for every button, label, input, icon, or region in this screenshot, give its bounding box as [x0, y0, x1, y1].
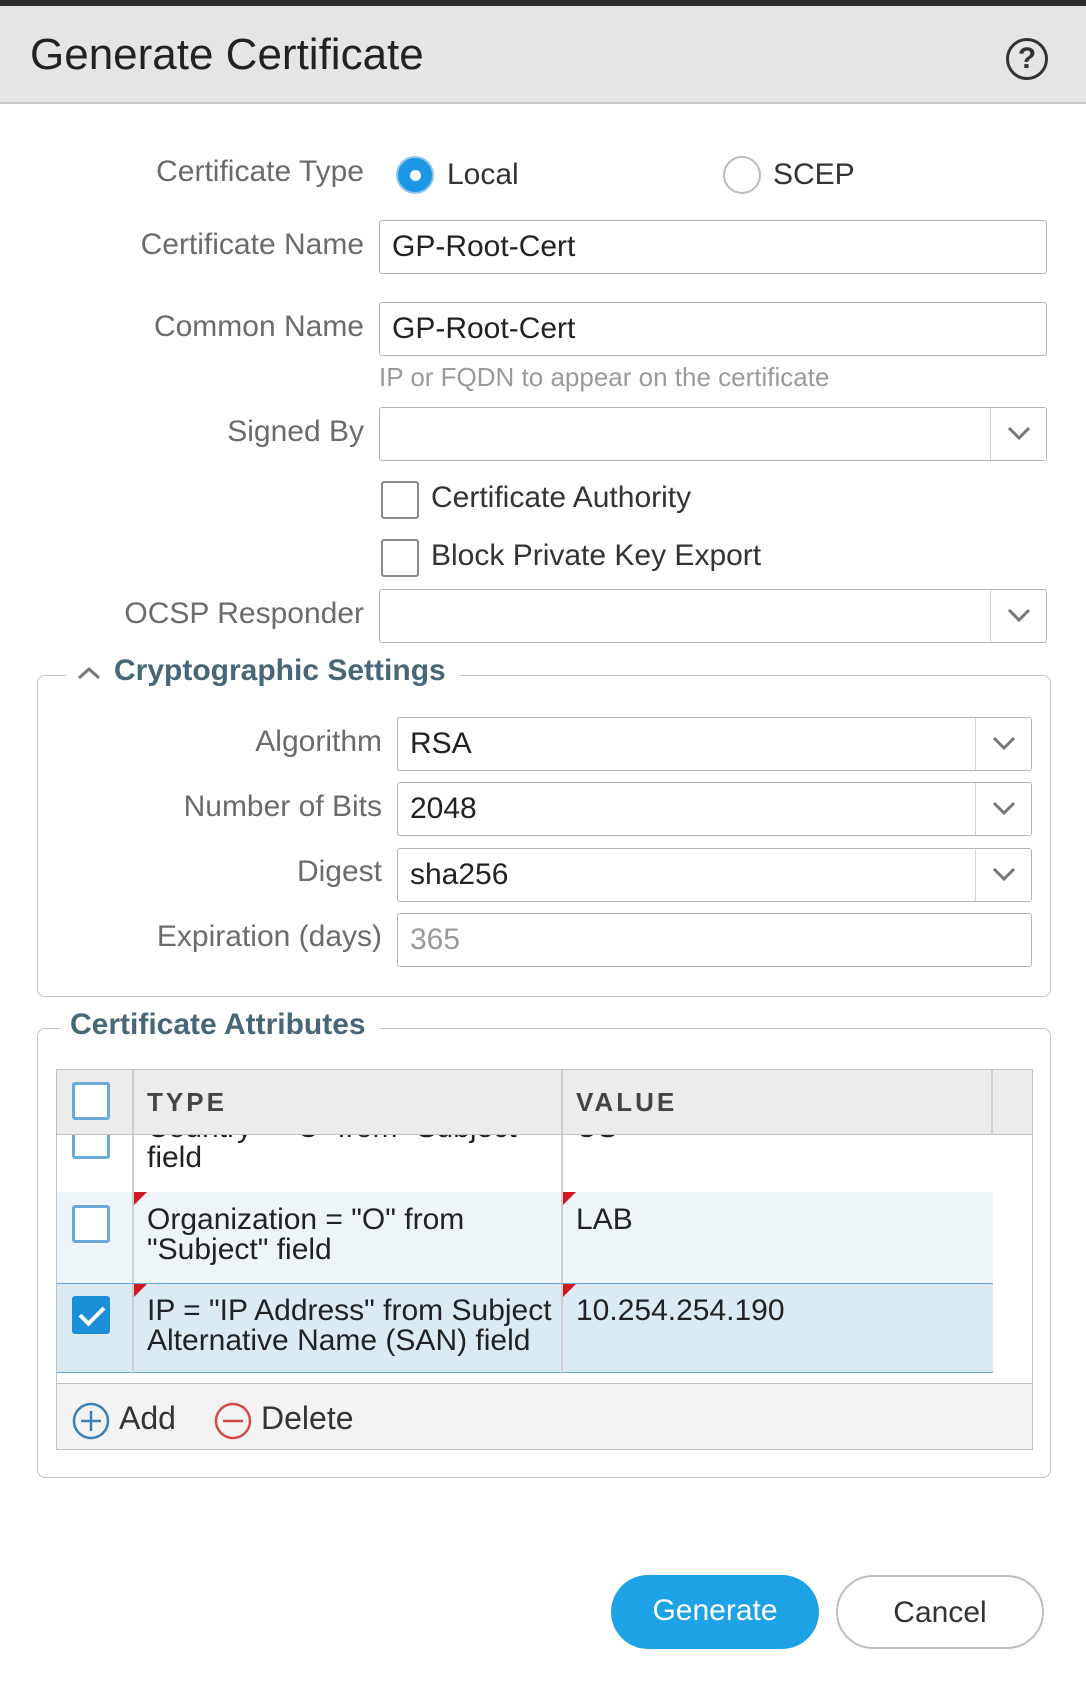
generate-button[interactable]: Generate — [611, 1575, 819, 1649]
common-name-label: Common Name — [153, 310, 364, 343]
cancel-button[interactable]: Cancel — [836, 1575, 1044, 1649]
type-cell-line: Alternative Name (SAN) field — [147, 1324, 531, 1357]
digest-value: sha256 — [410, 858, 509, 891]
algorithm-label: Algorithm — [255, 725, 382, 758]
column-divider — [991, 1070, 993, 1135]
type-cell-line: IP = "IP Address" from Subject — [147, 1294, 552, 1327]
bits-select[interactable]: 2048 — [397, 782, 1032, 836]
add-button[interactable]: Add — [71, 1400, 176, 1441]
signed-by-select[interactable] — [379, 407, 1047, 461]
row-checkbox-checked[interactable] — [72, 1296, 110, 1334]
row-checkbox[interactable] — [72, 1135, 110, 1159]
cryptographic-settings-legend[interactable]: Cryptographic Settings — [66, 654, 460, 690]
common-name-input[interactable]: GP-Root-Cert — [379, 302, 1047, 356]
ocsp-responder-select[interactable] — [379, 589, 1047, 643]
delete-label: Delete — [261, 1400, 354, 1436]
type-cell-line: "Subject" field — [147, 1233, 332, 1266]
bits-value: 2048 — [410, 792, 477, 825]
dialog-title: Generate Certificate — [30, 30, 424, 79]
value-cell: LAB — [576, 1203, 633, 1236]
digest-label: Digest — [296, 855, 382, 888]
algorithm-value: RSA — [410, 727, 472, 760]
column-divider — [132, 1284, 134, 1374]
expiration-input[interactable]: 365 — [397, 913, 1032, 967]
chevron-down-icon[interactable] — [975, 849, 1031, 901]
select-all-checkbox[interactable] — [72, 1082, 110, 1120]
certificate-authority-label: Certificate Authority — [431, 481, 692, 514]
chevron-down-icon[interactable] — [975, 783, 1031, 835]
add-label: Add — [119, 1400, 176, 1436]
edited-marker — [563, 1284, 576, 1297]
column-divider — [132, 1192, 134, 1283]
edited-marker — [134, 1284, 147, 1297]
chevron-down-icon[interactable] — [990, 590, 1046, 642]
table-row[interactable]: Organization = "O" from "Subject" field … — [57, 1192, 993, 1283]
radio-scep[interactable] — [723, 156, 761, 194]
column-divider — [561, 1135, 563, 1192]
column-divider — [561, 1284, 563, 1374]
column-divider — [132, 1070, 134, 1135]
algorithm-select[interactable]: RSA — [397, 717, 1032, 771]
column-divider — [561, 1192, 563, 1283]
type-cell-line: Country = "C" from "Subject" — [147, 1135, 527, 1143]
minus-circle-icon — [214, 1402, 252, 1439]
dialog-header: Generate Certificate ? — [0, 6, 1086, 104]
chevron-down-icon[interactable] — [990, 408, 1046, 460]
cryptographic-settings-title: Cryptographic Settings — [114, 654, 446, 687]
value-cell: 10.254.254.190 — [576, 1294, 785, 1327]
column-type-header[interactable]: TYPE — [147, 1070, 227, 1135]
radio-scep-label: SCEP — [773, 158, 855, 191]
delete-button[interactable]: Delete — [213, 1400, 354, 1441]
table-row-selected[interactable]: IP = "IP Address" from Subject Alternati… — [57, 1283, 993, 1374]
column-divider — [561, 1070, 563, 1135]
chevron-up-icon[interactable] — [76, 655, 102, 689]
column-value-header[interactable]: VALUE — [576, 1070, 677, 1135]
certificate-authority-checkbox[interactable] — [381, 481, 419, 519]
certificate-name-input[interactable]: GP-Root-Cert — [379, 220, 1047, 274]
block-private-key-export-label: Block Private Key Export — [431, 539, 762, 572]
certificate-attributes-legend: Certificate Attributes — [60, 1008, 380, 1042]
edited-marker — [134, 1192, 147, 1205]
certificate-type-label: Certificate Type — [156, 155, 364, 188]
radio-local-label: Local — [447, 158, 519, 191]
certificate-name-label: Certificate Name — [140, 228, 364, 261]
bits-label: Number of Bits — [183, 790, 382, 823]
chevron-down-icon[interactable] — [975, 718, 1031, 770]
digest-select[interactable]: sha256 — [397, 848, 1032, 902]
expiration-label: Expiration (days) — [156, 920, 382, 953]
help-circle-icon[interactable]: ? — [1006, 38, 1048, 80]
block-private-key-export-checkbox[interactable] — [381, 539, 419, 577]
table-row[interactable]: Country = "C" from "Subject" field US — [57, 1135, 993, 1192]
table-toolbar: Add Delete — [57, 1383, 1032, 1449]
type-cell-line: Organization = "O" from — [147, 1203, 465, 1236]
attributes-table: TYPE VALUE Country = "C" from "Subject" … — [56, 1069, 1033, 1450]
edited-marker — [563, 1192, 576, 1205]
table-body: Country = "C" from "Subject" field US Or… — [57, 1135, 1032, 1383]
value-cell: US — [576, 1135, 618, 1143]
radio-local[interactable] — [396, 156, 434, 194]
column-divider — [132, 1135, 134, 1192]
row-checkbox[interactable] — [72, 1205, 110, 1243]
type-cell-line: field — [147, 1141, 203, 1174]
plus-circle-icon — [72, 1402, 110, 1439]
ocsp-responder-label: OCSP Responder — [124, 597, 364, 630]
table-header: TYPE VALUE — [57, 1070, 1032, 1135]
signed-by-label: Signed By — [227, 415, 364, 448]
common-name-hint: IP or FQDN to appear on the certificate — [379, 362, 830, 392]
